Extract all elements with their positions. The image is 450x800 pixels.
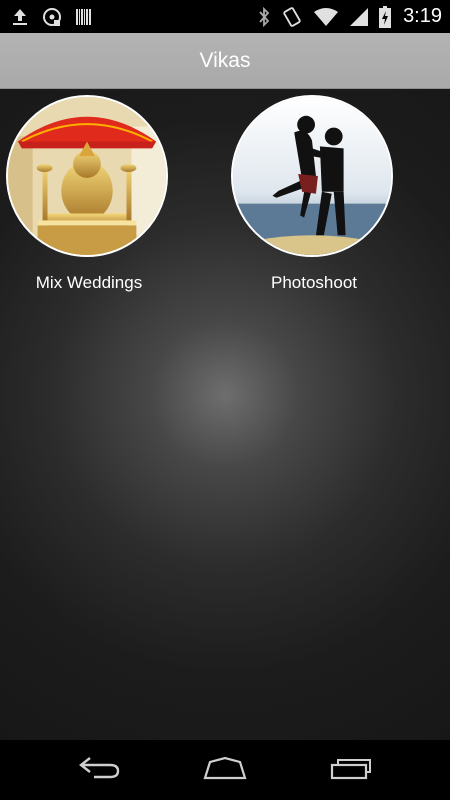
upload-icon	[12, 7, 28, 27]
clock: 3:19	[403, 5, 442, 27]
action-bar: Vikas	[0, 33, 450, 89]
recents-button[interactable]	[320, 750, 380, 790]
recents-icon	[328, 755, 372, 785]
cellular-signal-icon	[349, 7, 369, 27]
wifi-icon	[313, 7, 339, 27]
ganesha-idol-thumbnail[interactable]	[6, 95, 168, 257]
album-grid: Mix Weddings Photoshoot	[0, 89, 450, 740]
status-bar: 3:19	[0, 0, 450, 33]
back-button[interactable]	[70, 750, 130, 790]
navigation-bar	[0, 740, 450, 800]
back-icon	[78, 755, 122, 785]
vibrate-icon	[281, 6, 303, 28]
home-button[interactable]	[195, 750, 255, 790]
status-system: 3:19	[257, 0, 442, 33]
status-notifications	[12, 0, 92, 33]
home-icon	[202, 756, 248, 784]
album-item-photoshoot[interactable]: Photoshoot	[225, 95, 405, 305]
barcode-icon	[76, 7, 92, 27]
sdcard-icon	[42, 7, 62, 27]
bluetooth-icon	[257, 6, 271, 28]
battery-icon	[379, 5, 392, 28]
page-title: Vikas	[199, 49, 251, 72]
album-label: Photoshoot	[270, 273, 357, 292]
couple-silhouette-thumbnail[interactable]	[231, 95, 393, 257]
album-label: Mix Weddings	[35, 273, 143, 292]
album-item-mix-weddings[interactable]: Mix Weddings	[0, 95, 180, 305]
